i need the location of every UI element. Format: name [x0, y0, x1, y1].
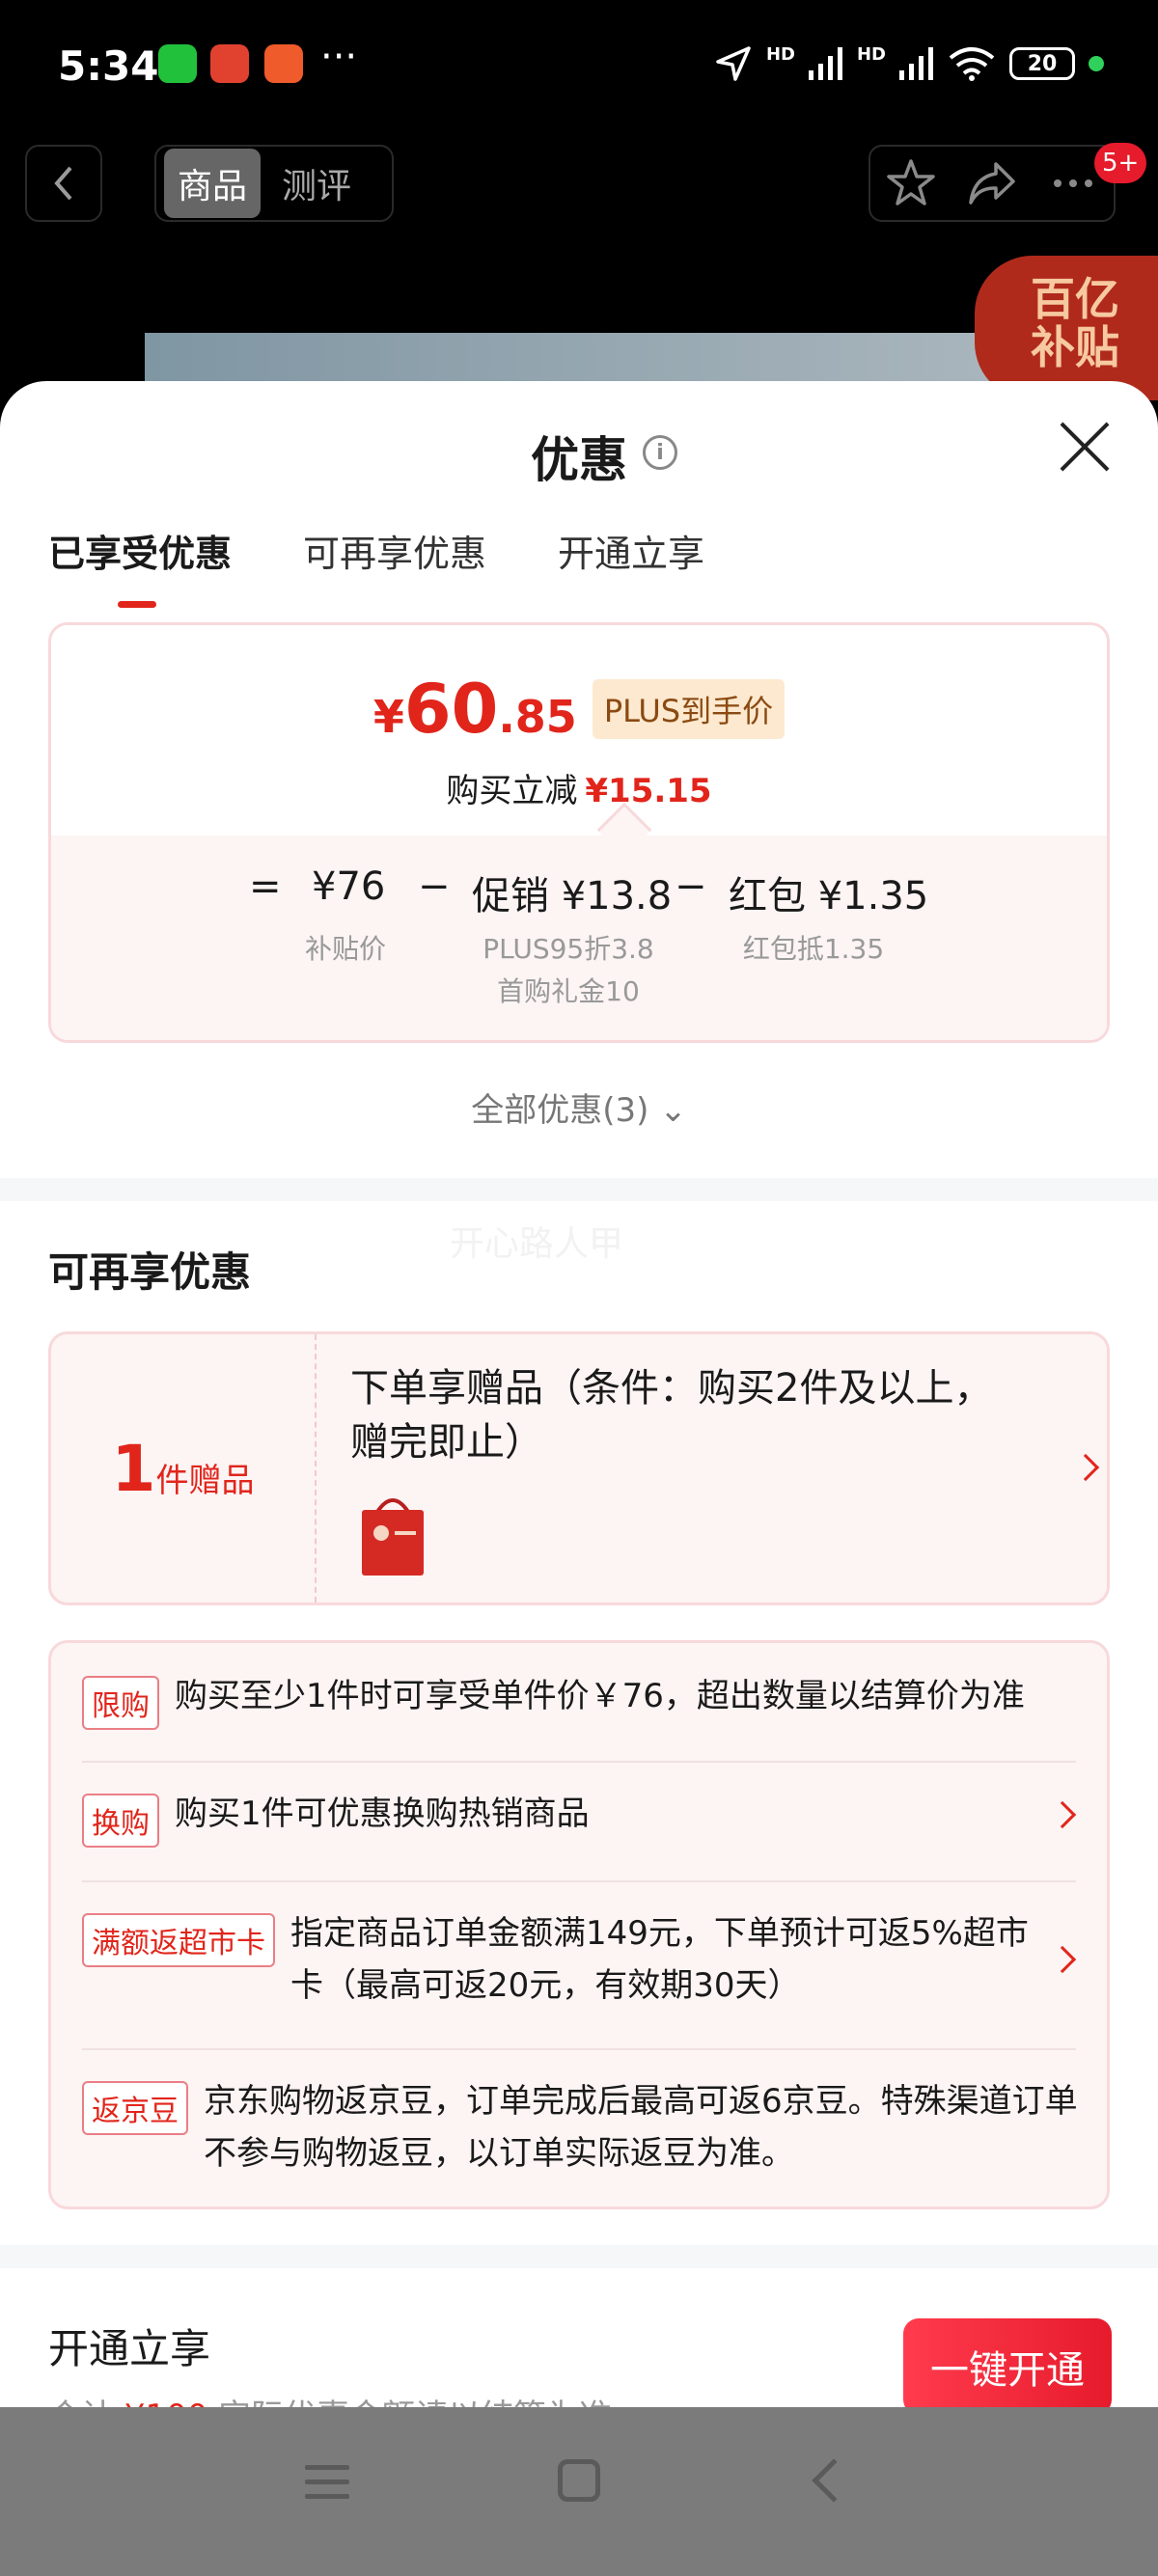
- subsidy-line: 百亿: [1031, 273, 1119, 325]
- chevron-right-icon: [1071, 1453, 1100, 1482]
- signal-icon: [899, 47, 933, 80]
- tab-open[interactable]: 开通立享: [558, 524, 704, 577]
- rule-exchange[interactable]: 换购 购买1件可优惠换购热销商品: [82, 1794, 1077, 1861]
- all-offers-toggle[interactable]: 全部优惠(3) ⌄: [0, 1083, 1158, 1131]
- price-breakdown: = ¥76 补贴价 − 促销 ¥13.8 PLUS95折3.8 首购礼金10 −…: [51, 836, 1107, 1040]
- rule-text: 购买至少1件时可享受单件价￥76，超出数量以结算价为准: [175, 1677, 1025, 1715]
- tab-reviews[interactable]: 测评: [268, 149, 365, 218]
- open-sub-prefix: 合计: [48, 2398, 114, 2407]
- price-decimal: .85: [498, 691, 577, 743]
- share-icon[interactable]: [965, 156, 1019, 210]
- base-price-label: 补贴价: [304, 933, 386, 965]
- subsidy-badge[interactable]: 百亿 补贴: [975, 256, 1158, 400]
- section-title-reenjoy: 可再享优惠: [48, 1248, 252, 1296]
- price-currency: ¥: [372, 691, 404, 743]
- notification-badge: 5+: [1094, 143, 1147, 183]
- tab-enjoyed[interactable]: 已享受优惠: [48, 524, 232, 608]
- gift-count: 1 件赠品: [51, 1334, 317, 1603]
- hd-label: HD: [856, 44, 886, 65]
- redpacket-amount: 红包 ¥1.35: [729, 874, 929, 918]
- chevron-right-icon: [1048, 1945, 1077, 1974]
- rule-limit: 限购 购买至少1件时可享受单件价￥76，超出数量以结算价为准: [82, 1676, 1076, 1743]
- rule-text: 京东购物返京豆，订单完成后最高可返6京豆。特殊渠道订单不参与购物返豆，以订单实际…: [204, 2082, 1078, 2173]
- open-sub-amount: ¥100: [124, 2398, 208, 2407]
- base-price: ¥76: [312, 864, 386, 909]
- hd-label: HD: [765, 44, 795, 65]
- rule-text: 购买1件可优惠换购热销商品: [175, 1795, 590, 1833]
- minus-sign: −: [418, 864, 451, 909]
- rules-card: 限购 购买至少1件时可享受单件价￥76，超出数量以结算价为准 换购 购买1件可优…: [48, 1640, 1110, 2209]
- chevron-right-icon: [1048, 1800, 1077, 1829]
- reduce-amount: ¥15.15: [585, 772, 712, 810]
- privacy-indicator-icon: [1089, 56, 1104, 71]
- more-icon[interactable]: [1046, 156, 1100, 210]
- promo-amount: 促销 ¥13.8: [472, 874, 673, 918]
- page-actions: [868, 145, 1116, 222]
- section-divider: [0, 1178, 1158, 1201]
- redpacket-detail: 红包抵1.35: [742, 933, 885, 965]
- more-notifications-icon: ···: [320, 35, 358, 79]
- section-divider: [0, 2245, 1158, 2268]
- gift-card[interactable]: 1 件赠品 下单享赠品（条件：购买2件及以上，赠完即止）: [48, 1331, 1110, 1605]
- close-button[interactable]: [1058, 420, 1112, 474]
- subsidy-line: 补贴: [1031, 321, 1119, 373]
- plus-price-tag: PLUS到手价: [592, 679, 786, 739]
- open-subtitle: 合计 ¥100 实际优惠金额请以结算为准: [48, 2390, 612, 2407]
- wifi-icon: [949, 47, 995, 81]
- rule-divider: [82, 1761, 1076, 1763]
- rule-tag: 满额返超市卡: [82, 1913, 275, 1967]
- final-price: ¥60.85: [373, 670, 577, 749]
- gift-description: 下单享赠品（条件：购买2件及以上，赠完即止）: [350, 1366, 993, 1465]
- open-sub-suffix: 实际优惠金额请以结算为准: [218, 2398, 612, 2407]
- star-icon[interactable]: [884, 156, 938, 210]
- app-icon: [210, 44, 249, 83]
- rule-tag: 换购: [82, 1794, 159, 1848]
- tab-product[interactable]: 商品: [164, 149, 262, 218]
- rule-supermarket-card[interactable]: 满额返超市卡 指定商品订单金额满149元，下单预计可返5%超市卡（最高可返20元…: [82, 1913, 1077, 2029]
- back-button[interactable]: [25, 145, 102, 222]
- wechat-icon: [158, 44, 197, 83]
- rule-tag: 限购: [82, 1676, 159, 1730]
- discount-sheet: 优惠 i 已享受优惠 可再享优惠 开通立享 ¥60.85 PLUS到手价 购买立…: [0, 381, 1158, 2407]
- page-tabs: 商品 测评: [154, 145, 394, 222]
- promo-detail: PLUS95折3.8: [482, 933, 654, 965]
- menu-icon[interactable]: [305, 2463, 349, 2502]
- status-time: 5:34: [58, 42, 159, 90]
- final-price-row: ¥60.85 PLUS到手价: [51, 670, 1107, 749]
- rule-divider: [82, 1880, 1076, 1882]
- status-bar: 5:34 ··· HD HD 20: [0, 0, 1158, 135]
- gift-bag-image: [362, 1498, 424, 1576]
- back-icon[interactable]: [812, 2458, 856, 2503]
- discount-tabs: 已享受优惠 可再享优惠 开通立享: [48, 524, 704, 608]
- reduce-label: 购买立减: [446, 772, 578, 810]
- watermark: 开心路人甲: [450, 1224, 624, 1264]
- price-card: ¥60.85 PLUS到手价 购买立减 ¥15.15 = ¥76 补贴价 − 促销…: [48, 622, 1110, 1043]
- sheet-title: 优惠: [531, 432, 627, 488]
- price-integer: 60: [403, 670, 499, 749]
- gift-unit: 件赠品: [155, 1461, 255, 1500]
- rule-jingdou: 返京豆 京东购物返京豆，订单完成后最高可返6京豆。特殊渠道订单不参与购物返豆，以…: [82, 2081, 1078, 2197]
- price-summary: ¥60.85 PLUS到手价 购买立减 ¥15.15: [51, 625, 1107, 836]
- minus-sign: −: [675, 864, 707, 909]
- promo-detail: 首购礼金10: [497, 975, 640, 1007]
- app-icon: [264, 44, 303, 83]
- rule-divider: [82, 2048, 1076, 2050]
- equals-sign: =: [249, 864, 282, 909]
- one-click-open-button[interactable]: 一键开通: [903, 2318, 1112, 2407]
- status-indicators: HD HD 20: [714, 44, 1104, 83]
- gift-number: 1: [111, 1431, 156, 1506]
- rule-text: 指定商品订单金额满149元，下单预计可返5%超市卡（最高可返20元，有效期30天…: [290, 1914, 1029, 2005]
- reduce-row: 购买立减 ¥15.15: [51, 764, 1107, 811]
- chevron-left-icon: [54, 166, 72, 201]
- battery-icon: 20: [1009, 47, 1075, 80]
- location-icon: [716, 46, 751, 81]
- system-nav-bar: [0, 2407, 1158, 2576]
- home-icon[interactable]: [558, 2459, 600, 2502]
- rule-tag: 返京豆: [82, 2081, 188, 2135]
- section-title-open: 开通立享: [48, 2325, 211, 2372]
- tab-reenjoy[interactable]: 可再享优惠: [303, 524, 486, 577]
- signal-icon: [808, 47, 842, 80]
- info-icon[interactable]: i: [643, 435, 677, 470]
